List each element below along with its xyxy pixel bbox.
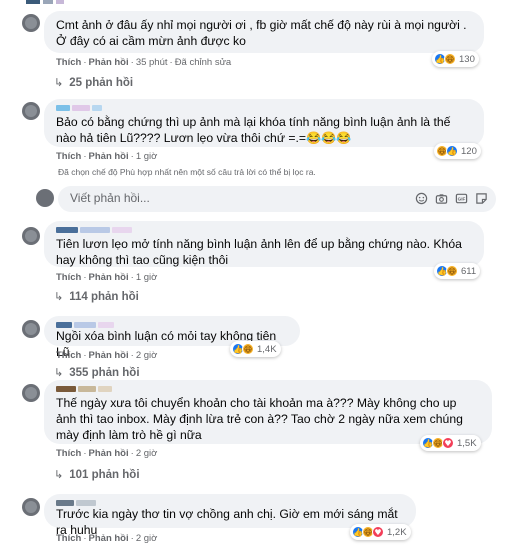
- comment-time[interactable]: 35 phút: [136, 57, 168, 68]
- comment-bubble: Cmt ảnh ở đâu ấy nhỉ mọi người ơi , fb g…: [44, 11, 484, 53]
- reply-arrow-icon: ↳: [54, 468, 64, 481]
- avatar[interactable]: [22, 227, 40, 245]
- redacted-name: [26, 0, 64, 5]
- haha-icon: 😆: [444, 53, 456, 65]
- reaction-summary[interactable]: 👍 😆 130: [432, 51, 479, 67]
- like-link[interactable]: Thích: [56, 272, 81, 283]
- like-link[interactable]: Thích: [56, 533, 81, 544]
- reaction-summary[interactable]: 👍 😆 ♥ 1,2K: [350, 524, 411, 540]
- view-replies-link[interactable]: ↳ 114 phản hồi: [54, 290, 139, 303]
- replies-count: 25 phản hồi: [69, 76, 134, 89]
- comment-actions: Thích · Phản hồi · 2 giờ: [56, 350, 158, 361]
- reply-arrow-icon: ↳: [54, 76, 64, 89]
- composer-tools: GIF: [415, 192, 488, 205]
- avatar[interactable]: [22, 498, 40, 516]
- reaction-summary[interactable]: 👍 😆 ♥ 1,5K: [420, 435, 481, 451]
- reply-link[interactable]: Phản hồi: [89, 272, 129, 283]
- comment-time[interactable]: 2 giờ: [136, 448, 158, 459]
- reply-composer[interactable]: GIF: [58, 186, 496, 212]
- replies-count: 101 phản hồi: [69, 468, 140, 481]
- reaction-count: 120: [461, 145, 477, 157]
- replies-count: 114 phản hồi: [69, 290, 139, 303]
- redacted-author-name: [56, 227, 472, 235]
- cropped-top-edge: [0, 0, 506, 8]
- comment-text: Thế ngày xưa tôi chuyển khoản cho tài kh…: [56, 396, 463, 442]
- reply-link[interactable]: Phản hồi: [89, 151, 129, 162]
- comment-actions: Thích · Phản hồi · 2 giờ: [56, 533, 158, 544]
- redacted-author-name: [56, 386, 480, 394]
- comment-text: Bảo có bằng chứng thì up ảnh mà lại khóa…: [56, 115, 451, 145]
- comment-actions: Thích · Phản hồi · 35 phút · Đã chỉnh sửa: [56, 57, 232, 68]
- emoji-icon[interactable]: [415, 192, 428, 205]
- current-user-avatar: [36, 189, 54, 207]
- reply-link[interactable]: Phản hồi: [89, 448, 129, 459]
- view-replies-link[interactable]: ↳ 101 phản hồi: [54, 468, 140, 481]
- reaction-summary[interactable]: 😆 👍 120: [434, 143, 481, 159]
- reaction-count: 611: [461, 265, 477, 277]
- comment-bubble: Trước kia ngày thơ tin vợ chồng anh chị.…: [44, 494, 416, 537]
- like-link[interactable]: Thích: [56, 57, 81, 68]
- reaction-summary[interactable]: 👍 😆 611: [434, 263, 481, 279]
- comment-time[interactable]: 1 giờ: [136, 151, 158, 162]
- avatar[interactable]: [22, 384, 40, 402]
- camera-icon[interactable]: [435, 192, 448, 205]
- like-link[interactable]: Thích: [56, 448, 81, 459]
- view-replies-link[interactable]: ↳ 25 phản hồi: [54, 76, 133, 89]
- like-link[interactable]: Thích: [56, 350, 81, 361]
- comment-text: Cmt ảnh ở đâu ấy nhỉ mọi người ơi , fb g…: [56, 18, 467, 48]
- reaction-count: 1,2K: [387, 526, 407, 538]
- comment-actions: Thích · Phản hồi · 1 giờ: [56, 151, 158, 162]
- avatar[interactable]: [22, 320, 40, 338]
- view-replies-link[interactable]: ↳ 355 phản hồi: [54, 366, 140, 379]
- reply-link[interactable]: Phản hồi: [89, 57, 129, 68]
- reaction-count: 130: [459, 53, 475, 65]
- haha-icon: 😆: [242, 343, 254, 355]
- comment-actions: Thích · Phản hồi · 2 giờ: [56, 448, 158, 459]
- reply-link[interactable]: Phản hồi: [89, 350, 129, 361]
- edited-label: Đã chỉnh sửa: [174, 57, 232, 68]
- love-icon: ♥: [442, 437, 454, 449]
- redacted-author-name: [56, 105, 472, 113]
- love-icon: ♥: [372, 526, 384, 538]
- comment-bubble: Bảo có bằng chứng thì up ảnh mà lại khóa…: [44, 99, 484, 147]
- reply-arrow-icon: ↳: [54, 290, 64, 303]
- like-link[interactable]: Thích: [56, 151, 81, 162]
- svg-text:GIF: GIF: [458, 197, 466, 202]
- comment-actions: Thích · Phản hồi · 1 giờ: [56, 272, 158, 283]
- avatar[interactable]: [22, 102, 40, 120]
- comment-bubble: Tiên lươn lẹo mở tính năng bình luận ảnh…: [44, 221, 484, 267]
- reaction-count: 1,4K: [257, 343, 277, 355]
- filter-notice: Đã chọn chế độ Phù hợp nhất nên một số c…: [58, 167, 316, 177]
- comment-time[interactable]: 2 giờ: [136, 350, 158, 361]
- comment-text: Tiên lươn lẹo mở tính năng bình luận ảnh…: [56, 237, 462, 267]
- replies-count: 355 phản hồi: [69, 366, 140, 379]
- comment-time[interactable]: 1 giờ: [136, 272, 158, 283]
- haha-icon: 😆: [446, 265, 458, 277]
- comment-time[interactable]: 2 giờ: [136, 533, 158, 544]
- sticker-icon[interactable]: [475, 192, 488, 205]
- reply-input[interactable]: [70, 191, 370, 205]
- avatar[interactable]: [22, 14, 40, 32]
- reaction-count: 1,5K: [457, 437, 477, 449]
- reaction-summary[interactable]: 👍 😆 1,4K: [230, 341, 281, 357]
- reply-arrow-icon: ↳: [54, 366, 64, 379]
- gif-icon[interactable]: GIF: [455, 192, 468, 205]
- like-icon: 👍: [446, 145, 458, 157]
- reply-link[interactable]: Phản hồi: [89, 533, 129, 544]
